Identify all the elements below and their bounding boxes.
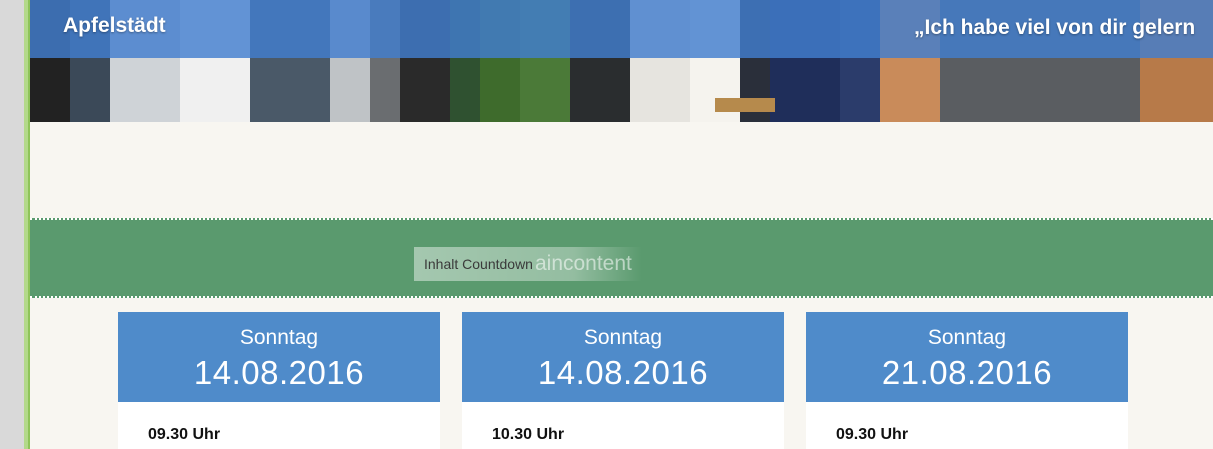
event-time: 09.30 Uhr (836, 426, 909, 443)
event-time: 10.30 Uhr (492, 426, 565, 443)
banner-photo-detail (715, 98, 775, 112)
event-card-header: Sonntag 21.08.2016 (806, 312, 1128, 402)
event-card[interactable]: Sonntag 21.08.2016 09.30 Uhr (806, 312, 1128, 449)
countdown-region: Inhalt Countdownaincontent (30, 218, 1213, 298)
event-day: Sonntag (239, 326, 319, 349)
event-date: 14.08.2016 (193, 354, 365, 391)
region-ghost-text: aincontent (534, 252, 632, 275)
event-card[interactable]: Sonntag 14.08.2016 09.30 Uhr (118, 312, 440, 449)
header-banner: Apfelstädt „Ich habe viel von dir gelern (30, 0, 1213, 122)
left-rail (0, 0, 24, 449)
event-card-header: Sonntag 14.08.2016 (118, 312, 440, 402)
event-card[interactable]: Sonntag 14.08.2016 10.30 Uhr (462, 312, 784, 449)
countdown-label-box[interactable]: Inhalt Countdownaincontent (414, 247, 642, 281)
event-date: 14.08.2016 (537, 354, 709, 391)
banner-quote[interactable]: „Ich habe viel von dir gelern (914, 16, 1195, 40)
event-time: 09.30 Uhr (148, 426, 221, 443)
event-card-header: Sonntag 14.08.2016 (462, 312, 784, 402)
event-day: Sonntag (583, 326, 663, 349)
countdown-label: Inhalt Countdown (424, 256, 533, 272)
event-day: Sonntag (927, 326, 1007, 349)
event-date: 21.08.2016 (881, 354, 1053, 391)
banner-title[interactable]: Apfelstädt (63, 14, 166, 38)
